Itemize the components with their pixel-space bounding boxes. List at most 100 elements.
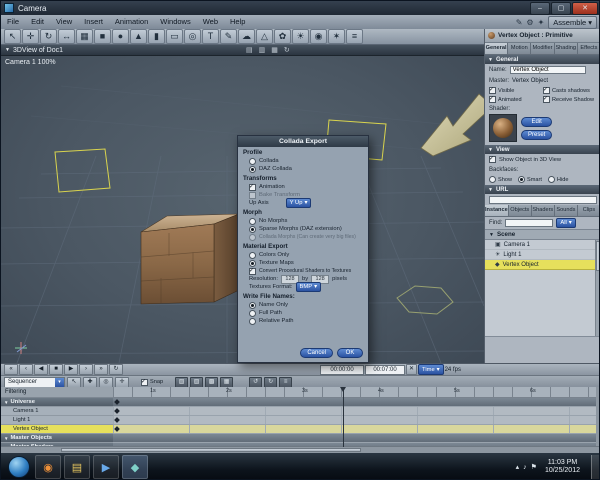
tab-instance[interactable]: Instance [485,205,509,216]
casts-shadows-checkbox[interactable] [543,86,550,94]
go-to-end-button[interactable]: » [94,364,108,375]
colors-only-radio[interactable] [249,251,256,259]
viewport-collapse-icon[interactable]: ▼ [5,47,10,53]
view-layout-split-icon[interactable]: ▥ [259,46,266,54]
timeline-vertical-scrollbar[interactable] [596,387,599,447]
show-hidden-icons-icon[interactable]: ▴ [516,463,520,471]
lane-universe[interactable] [113,398,596,407]
action-center-icon[interactable]: ⚑ [531,463,537,471]
snap-checkbox[interactable] [141,378,148,386]
insert-sphere-icon[interactable]: ● [112,29,129,44]
tab-general[interactable]: General [485,43,509,54]
firefox-taskbar-icon[interactable]: ◉ [35,455,61,479]
view-layout-single-icon[interactable]: ▤ [246,46,253,54]
track-display-mode-1-icon[interactable]: ▧ [175,376,189,388]
tab-sounds[interactable]: Sounds [554,205,578,216]
textures-format-dropdown[interactable]: BMP ▾ [295,282,321,292]
menu-windows[interactable]: Windows [154,15,196,29]
track-options-icon[interactable]: ≡ [279,376,293,388]
tab-clips[interactable]: Clips [577,205,599,216]
scene-tree-header[interactable]: ▼ Scene [485,229,599,240]
texture-maps-radio[interactable] [249,259,256,267]
view-layout-quad-icon[interactable]: ▦ [271,46,278,54]
cancel-button[interactable]: Cancel [300,348,333,358]
end-time-display[interactable]: 00:07:00 [365,364,405,375]
section-general[interactable]: ▼ General [485,55,599,64]
render-room-icon[interactable]: ✦ [538,18,545,27]
insert-group-icon[interactable]: ≡ [346,29,363,44]
insert-metaball-icon[interactable]: ☁ [238,29,255,44]
show-object-checkbox[interactable] [489,155,496,163]
dialog-titlebar[interactable]: Collada Export [238,136,368,147]
timeline-ruler[interactable]: 1s 2s 3s 4s 5s 6s [113,387,596,398]
animation-checkbox[interactable] [249,183,256,191]
loop-button[interactable]: ↻ [109,364,123,375]
menu-insert[interactable]: Insert [78,15,109,29]
convert-shaders-checkbox[interactable] [249,267,256,275]
lane-light-1[interactable] [113,416,596,425]
sequencer-mode-dropdown[interactable]: Sequencer ▾ [4,376,65,388]
insert-light-icon[interactable]: ✶ [328,29,345,44]
lane-master-objects[interactable] [113,434,596,443]
insert-camera-icon[interactable]: ◉ [310,29,327,44]
track-display-mode-4-icon[interactable]: ▦ [220,376,234,388]
undo-key-icon[interactable]: ↺ [249,376,263,388]
url-input[interactable] [489,195,597,204]
timeline-pan-icon[interactable]: ✛ [115,376,129,388]
full-path-radio[interactable] [249,309,256,317]
textured-cube[interactable] [140,213,240,305]
close-button[interactable]: ✕ [572,1,598,15]
backfaces-hide-radio[interactable] [547,176,555,183]
media-player-taskbar-icon[interactable]: ▶ [93,455,119,479]
timeline-zoom-icon[interactable]: ◎ [99,376,113,388]
previous-frame-button[interactable]: ‹ [19,364,33,375]
sparse-morphs-radio[interactable] [249,225,256,233]
track-vertex-object[interactable]: Vertex Object [1,425,113,434]
relative-path-radio[interactable] [249,317,256,325]
lane-camera-1[interactable] [113,407,596,416]
daz-collada-radio[interactable] [249,165,256,173]
find-filter-dropdown[interactable]: All ▾ [556,218,576,228]
move-tool-icon[interactable]: ✛ [22,29,39,44]
preset-shader-button[interactable]: Preset [521,129,553,140]
insert-cylinder-icon[interactable]: ▮ [148,29,165,44]
tab-motion[interactable]: Motion [508,43,532,54]
settings-room-icon[interactable]: ⚙ [526,18,533,27]
tab-objects[interactable]: Objects [508,205,532,216]
backfaces-show-radio[interactable] [489,176,496,183]
timeline-lanes[interactable]: 1s 2s 3s 4s 5s 6s [113,387,596,447]
menu-view[interactable]: View [50,15,78,29]
tree-item-camera-1[interactable]: ▣ Camera 1 [485,240,599,250]
keyframe-marker[interactable] [114,417,120,423]
tab-shaders[interactable]: Shaders [531,205,555,216]
scene-tree-scrollbar[interactable] [595,240,599,336]
show-desktop-button[interactable] [591,455,599,479]
carrara-taskbar-icon[interactable]: ◆ [122,455,148,479]
time-mode-dropdown[interactable]: Time ▾ [418,364,444,375]
tab-shading[interactable]: Shading [554,43,578,54]
backfaces-smart-radio[interactable] [518,176,525,183]
tab-effects[interactable]: Effects [577,43,599,54]
insert-vertex-object-icon[interactable]: ▦ [76,29,93,44]
explorer-taskbar-icon[interactable]: ▤ [64,455,90,479]
timeline-pointer-tool-icon[interactable]: ↖ [67,376,81,388]
insert-terrain-icon[interactable]: △ [256,29,273,44]
menu-animation[interactable]: Animation [109,15,154,29]
current-time-display[interactable]: 00:00:00 [320,364,364,375]
insert-plane-icon[interactable]: ▭ [166,29,183,44]
redo-key-icon[interactable]: ↻ [264,376,278,388]
menu-web[interactable]: Web [197,15,224,29]
pointer-tool-icon[interactable]: ↖ [4,29,21,44]
rotate-tool-icon[interactable]: ↻ [40,29,57,44]
tab-modifier[interactable]: Modifier [531,43,555,54]
scrollbar-thumb[interactable] [596,241,599,271]
insert-spline-icon[interactable]: ✎ [220,29,237,44]
section-view[interactable]: ▼ View [485,145,599,154]
track-master-objects[interactable]: ▼ Master Objects [1,434,113,443]
track-camera-1[interactable]: Camera 1 [1,407,113,416]
go-to-start-button[interactable]: « [4,364,18,375]
wireframe-hexagon[interactable] [396,285,454,315]
menu-help[interactable]: Help [224,15,251,29]
play-reverse-button[interactable]: ◀ [34,364,48,375]
ok-button[interactable]: OK [337,348,363,358]
